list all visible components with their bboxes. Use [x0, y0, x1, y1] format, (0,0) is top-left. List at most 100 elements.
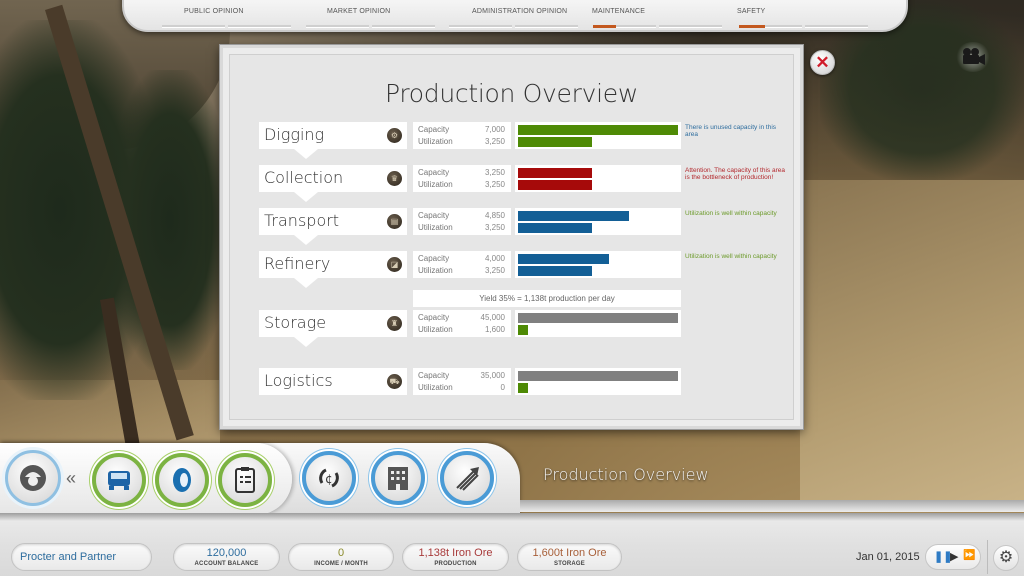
- capacity-label: Capacity: [418, 125, 450, 134]
- capacity-bar: [518, 125, 678, 135]
- income-value: 0: [337, 547, 345, 559]
- stage-label-box[interactable]: Logistics ⛟: [259, 368, 407, 395]
- stage-name: Logistics: [264, 371, 333, 390]
- income-pill[interactable]: 0 INCOME / MONTH: [288, 543, 394, 571]
- active-panel-title: Production Overview: [543, 465, 709, 484]
- utilization-label: Utilization: [418, 137, 453, 146]
- utilization-label: Utilization: [418, 180, 453, 189]
- opinion-meter-track: [228, 25, 291, 28]
- production-value: 1,138t Iron Ore: [418, 547, 493, 559]
- capacity-label: Capacity: [418, 254, 450, 263]
- vehicles-button[interactable]: [92, 453, 146, 507]
- company-name-field[interactable]: Procter and Partner: [11, 543, 152, 571]
- flow-arrow-icon: [294, 235, 318, 245]
- capacity-value: 45,000: [480, 313, 505, 322]
- close-button[interactable]: ✕: [810, 50, 835, 75]
- opinion-label: PUBLIC OPINION: [184, 8, 244, 15]
- capacity-bar: [518, 313, 678, 323]
- capacity-label: Capacity: [418, 211, 450, 220]
- camera-icon: [963, 48, 985, 65]
- stage-numbers: Capacity 4,850 Utilization 3,250: [413, 208, 511, 235]
- storage-pill[interactable]: 1,600t Iron Ore STORAGE: [517, 543, 622, 571]
- capacity-label: Capacity: [418, 168, 450, 177]
- utilization-bar: [518, 325, 528, 335]
- stage-label-box[interactable]: Collection ♛: [259, 165, 407, 192]
- svg-text:¢: ¢: [325, 472, 333, 486]
- capacity-bar: [518, 168, 592, 178]
- play-button[interactable]: ▶: [950, 550, 958, 563]
- stage-label-box[interactable]: Transport ▤: [259, 208, 407, 235]
- stage-name: Collection: [264, 168, 344, 187]
- finance-button[interactable]: ¢: [302, 451, 356, 505]
- divider: [987, 540, 988, 574]
- storage-value: 1,600t Iron Ore: [532, 547, 607, 559]
- opinion-label: MAINTENANCE: [592, 8, 646, 15]
- clipboard-icon: [235, 467, 255, 493]
- opinion-meter-track: [372, 25, 435, 28]
- buildings-button[interactable]: [371, 451, 425, 505]
- capacity-value: 7,000: [484, 125, 505, 134]
- transport-icon: ▤: [387, 214, 402, 229]
- opinion-meter-track: [515, 25, 578, 28]
- utilization-value: 1,600: [484, 325, 505, 334]
- stage-label-box[interactable]: Storage ♜: [259, 310, 407, 337]
- tires-button[interactable]: [155, 453, 209, 507]
- stage-note: Attention. The capacity of this area is …: [685, 167, 785, 181]
- truck-icon: [108, 471, 130, 490]
- building-icon: [388, 467, 408, 490]
- worker-menu-button[interactable]: [5, 450, 61, 506]
- fast-forward-button[interactable]: ⏩: [963, 550, 975, 561]
- capacity-value: 3,250: [484, 168, 505, 177]
- storage-label: STORAGE: [554, 561, 585, 567]
- utilization-value: 3,250: [484, 266, 505, 275]
- settings-button[interactable]: ⚙: [993, 545, 1019, 571]
- stage-numbers: Capacity 45,000 Utilization 1,600: [413, 310, 511, 337]
- capacity-value: 35,000: [480, 371, 505, 380]
- utilization-bar: [518, 266, 592, 276]
- production-pill[interactable]: 1,138t Iron Ore PRODUCTION: [402, 543, 509, 571]
- capacity-label: Capacity: [418, 313, 450, 322]
- growth-arrows-icon: [456, 467, 479, 491]
- stage-label-box[interactable]: Refinery ◪: [259, 251, 407, 278]
- opinion-meter-track: [162, 25, 225, 28]
- opinion-label: SAFETY: [737, 8, 766, 15]
- tire-icon: [173, 468, 191, 492]
- status-bar: [0, 513, 1024, 576]
- tasks-button[interactable]: [218, 453, 272, 507]
- flow-arrow-icon: [294, 337, 318, 347]
- utilization-value: 3,250: [484, 137, 505, 146]
- opinion-meter-track: [449, 25, 512, 28]
- stage-note: Utilization is well within capacity: [685, 210, 777, 217]
- stage-note: Utilization is well within capacity: [685, 253, 777, 260]
- production-label: PRODUCTION: [434, 561, 477, 567]
- storage-icon: ♜: [387, 316, 402, 331]
- production-overview-button[interactable]: [440, 451, 494, 505]
- stage-label-box[interactable]: Digging ⚙: [259, 122, 407, 149]
- utilization-label: Utilization: [418, 266, 453, 275]
- stage-bars: [515, 251, 681, 278]
- stage-note: There is unused capacity in this area: [685, 124, 777, 138]
- opinion-meter-track: [805, 25, 868, 28]
- stage-name: Transport: [264, 211, 340, 230]
- account-balance-pill[interactable]: 120,000 ACCOUNT BALANCE: [173, 543, 280, 571]
- utilization-label: Utilization: [418, 223, 453, 232]
- opinion-label: ADMINISTRATION OPINION: [472, 8, 568, 15]
- collapse-chevron-icon[interactable]: «: [66, 468, 76, 489]
- capacity-value: 4,000: [484, 254, 505, 263]
- camera-button[interactable]: [955, 42, 991, 72]
- logistics-icon: ⛟: [387, 374, 402, 389]
- stage-name: Storage: [264, 313, 327, 332]
- utilization-value: 0: [500, 383, 505, 392]
- stage-numbers: Capacity 4,000 Utilization 3,250: [413, 251, 511, 278]
- close-icon: ✕: [815, 53, 830, 72]
- stage-name: Digging: [264, 125, 325, 144]
- opinion-meter-track: [306, 25, 369, 28]
- worker-helmet-icon: [20, 465, 46, 491]
- utilization-bar: [518, 180, 592, 190]
- digging-icon: ⚙: [387, 128, 402, 143]
- stage-numbers: Capacity 7,000 Utilization 3,250: [413, 122, 511, 149]
- capacity-value: 4,850: [484, 211, 505, 220]
- utilization-bar: [518, 137, 592, 147]
- refinery-icon: ◪: [387, 257, 402, 272]
- finance-cycle-icon: ¢: [319, 468, 339, 488]
